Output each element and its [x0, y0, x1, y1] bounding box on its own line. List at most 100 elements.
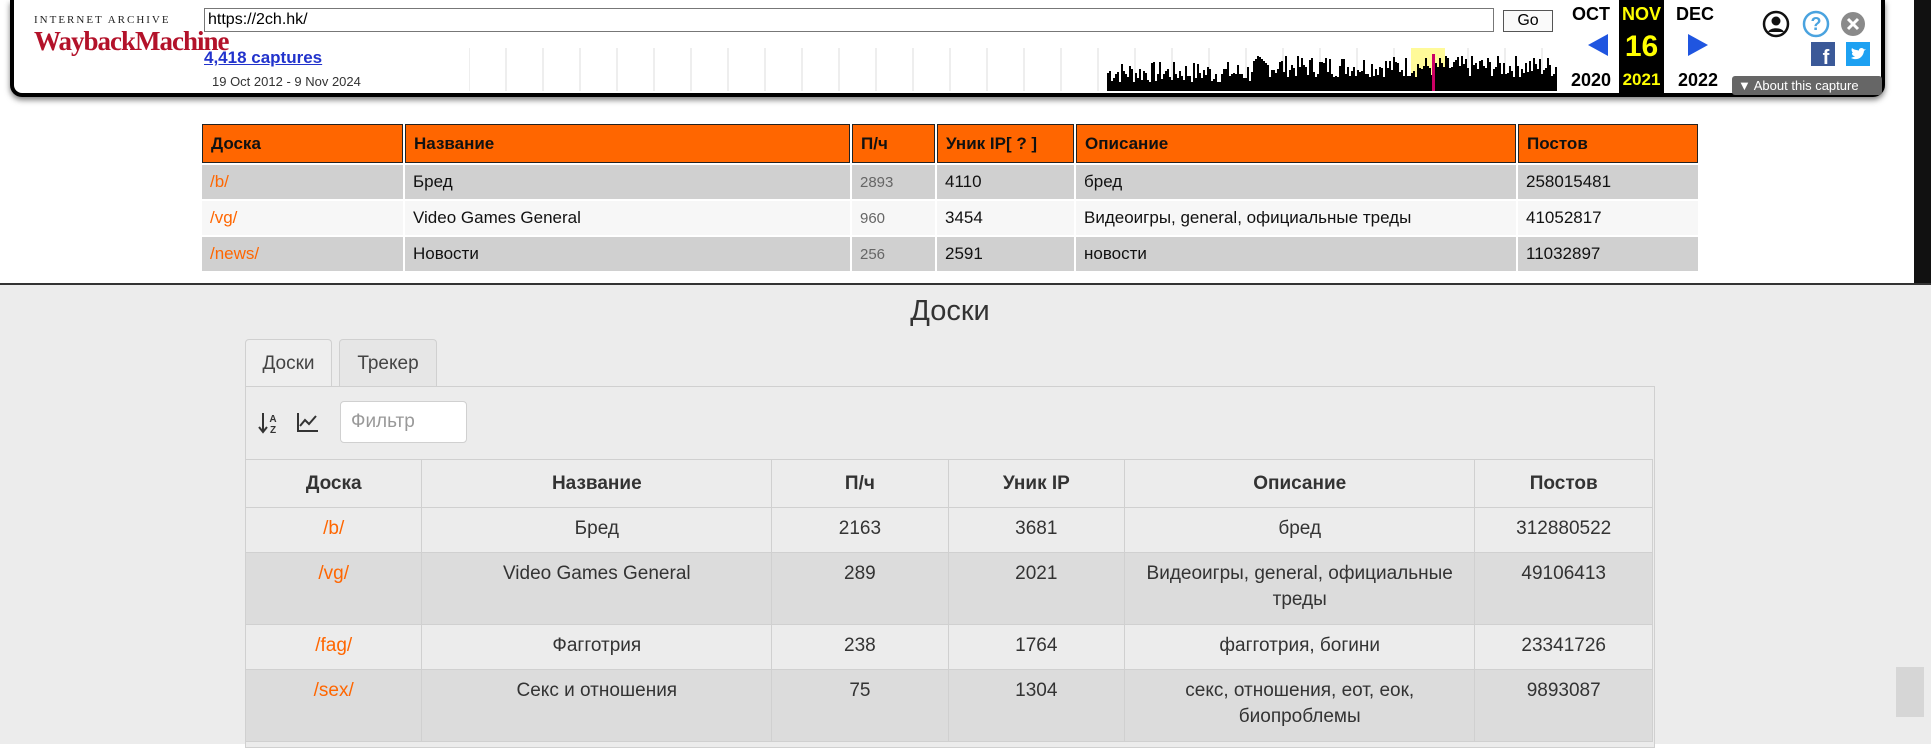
- col-posts[interactable]: Постов: [1474, 459, 1653, 508]
- capture-bar: [1121, 64, 1123, 91]
- capture-bar: [1503, 63, 1505, 91]
- col-unique-ip[interactable]: Уник IP: [947, 459, 1126, 508]
- board-link[interactable]: /fag/: [244, 624, 423, 670]
- col-pph[interactable]: П/ч: [771, 459, 949, 508]
- capture-bar: [1445, 56, 1447, 91]
- col-description[interactable]: Описание: [1124, 459, 1476, 508]
- board-link[interactable]: /b/: [244, 507, 423, 553]
- capture-bar: [1269, 77, 1271, 91]
- capture-bar: [1379, 67, 1381, 91]
- capture-bar: [1203, 70, 1205, 91]
- about-capture-label: About this capture: [1753, 78, 1859, 93]
- capture-bar: [1157, 74, 1159, 91]
- boards-tab-content: AZ Доска Название П/ч Уник IP Описание П…: [244, 386, 1655, 748]
- boards-panel: Доски Доски Трекер AZ Доска Название П/ч…: [0, 283, 1931, 748]
- unique-ip: 2591: [937, 237, 1074, 271]
- captures-link[interactable]: 4,418 captures: [204, 48, 322, 68]
- next-capture-arrow-icon[interactable]: [1688, 34, 1708, 56]
- capture-bar: [1301, 58, 1303, 91]
- capture-bar: [1293, 68, 1295, 91]
- capture-bar: [1375, 69, 1377, 91]
- facebook-icon[interactable]: f: [1811, 42, 1835, 71]
- board-link[interactable]: /b/: [202, 165, 403, 199]
- archived-col-ip: Уник IP[ ? ]: [937, 124, 1074, 163]
- page-scrollbar-track[interactable]: [1914, 0, 1931, 283]
- capture-bar: [1175, 74, 1177, 91]
- unique-ip: 3681: [947, 507, 1126, 553]
- capture-bar: [1279, 62, 1281, 91]
- capture-bar: [1131, 69, 1133, 91]
- capture-bar: [1449, 68, 1451, 91]
- board-name: Бред: [405, 165, 850, 199]
- scrollbar-thumb[interactable]: [1896, 667, 1924, 717]
- capture-bar: [1179, 71, 1181, 91]
- capture-bar: [1377, 75, 1379, 91]
- capture-bar: [1249, 81, 1251, 91]
- capture-bar: [1533, 58, 1535, 91]
- capture-bar: [1343, 59, 1345, 91]
- capture-bar: [1555, 67, 1557, 91]
- help-icon[interactable]: ?: [1802, 10, 1830, 43]
- capture-bar: [1541, 74, 1543, 91]
- capture-bar: [1459, 66, 1461, 91]
- about-capture-button[interactable]: ▼ About this capture: [1732, 76, 1882, 95]
- capture-bar: [1471, 56, 1473, 91]
- capture-bar: [1235, 74, 1237, 91]
- url-input[interactable]: [204, 8, 1494, 32]
- capture-bar: [1277, 69, 1279, 91]
- post-count: 312880522: [1474, 507, 1653, 553]
- prev-year-label[interactable]: 2020: [1562, 70, 1620, 91]
- capture-bar: [1363, 60, 1365, 91]
- board-name: Новости: [405, 237, 850, 271]
- capture-bar: [1231, 74, 1233, 91]
- capture-bar: [1219, 82, 1221, 91]
- col-board[interactable]: Доска: [244, 459, 423, 508]
- capture-bar: [1447, 58, 1449, 91]
- capture-bar: [1161, 79, 1163, 91]
- capture-bar: [1319, 62, 1321, 91]
- tab-tracker[interactable]: Трекер: [339, 339, 437, 387]
- next-year-label[interactable]: 2022: [1670, 70, 1726, 91]
- filter-input[interactable]: [340, 401, 467, 443]
- capture-bar: [1455, 60, 1457, 91]
- capture-bar: [1515, 56, 1517, 91]
- wayback-logo[interactable]: INTERNET ARCHIVE WaybackMachine: [34, 14, 230, 56]
- prev-month-label[interactable]: OCT: [1566, 4, 1616, 25]
- capture-bar: [1349, 76, 1351, 91]
- next-month-label[interactable]: DEC: [1670, 4, 1720, 25]
- twitter-icon[interactable]: [1846, 42, 1870, 71]
- capture-bar: [1357, 70, 1359, 91]
- capture-bar: [1421, 69, 1423, 91]
- board-name: Бред: [421, 507, 773, 553]
- chart-icon[interactable]: [296, 411, 320, 438]
- board-link[interactable]: /vg/: [202, 201, 403, 235]
- sort-az-icon[interactable]: AZ: [258, 411, 280, 440]
- capture-bar: [1423, 66, 1425, 91]
- capture-bar: [1527, 72, 1529, 91]
- tab-boards[interactable]: Доски: [245, 339, 332, 387]
- capture-bar: [1149, 82, 1151, 91]
- close-icon[interactable]: [1840, 11, 1866, 42]
- capture-bar: [1223, 69, 1225, 91]
- capture-bar: [1521, 69, 1523, 91]
- capture-bar: [1309, 60, 1311, 91]
- capture-bar: [1415, 77, 1417, 91]
- board-link[interactable]: /vg/: [244, 552, 423, 625]
- capture-bar: [1529, 61, 1531, 91]
- prev-capture-arrow-icon[interactable]: [1588, 34, 1608, 56]
- capture-bar: [1365, 74, 1367, 91]
- capture-bar: [1169, 77, 1171, 91]
- board-link[interactable]: /sex/: [244, 669, 423, 742]
- go-button[interactable]: Go: [1503, 10, 1553, 32]
- board-link[interactable]: /news/: [202, 237, 403, 271]
- captures-sparkline[interactable]: [469, 48, 1559, 91]
- user-icon[interactable]: [1762, 10, 1790, 43]
- board-description: секс, отношения, еот, еок, биопроблемы: [1124, 669, 1476, 742]
- boards-table: Доска Название П/ч Уник IP Описание Пост…: [244, 459, 1653, 742]
- capture-bar: [1373, 76, 1375, 91]
- col-name[interactable]: Название: [421, 459, 773, 508]
- capture-bar: [1115, 74, 1117, 91]
- capture-bar: [1271, 70, 1273, 91]
- capture-bar: [1239, 74, 1241, 91]
- capture-bar: [1225, 69, 1227, 91]
